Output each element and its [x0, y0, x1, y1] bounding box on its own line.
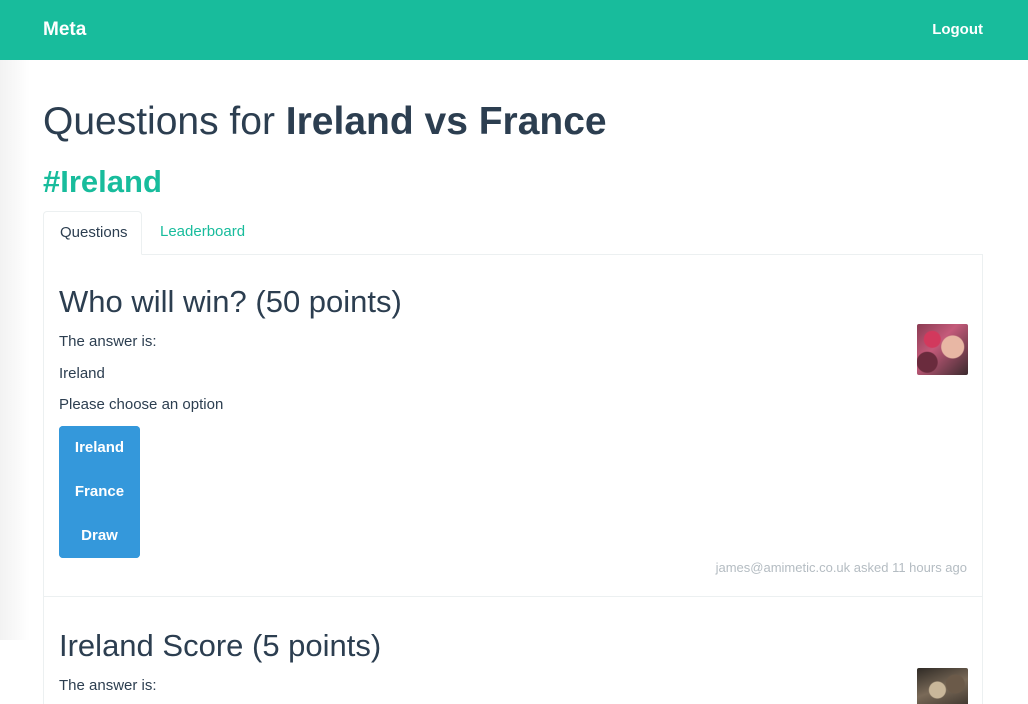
questions-panel: Who will win? (50 points) The answer is:…: [43, 254, 983, 704]
user-avatar: [917, 668, 968, 704]
page-title-match: Ireland vs France: [285, 100, 607, 143]
tab-leaderboard[interactable]: Leaderboard: [144, 211, 261, 255]
top-navbar: Meta Logout: [0, 0, 1028, 60]
question-title: Who will win? (50 points): [59, 284, 402, 319]
asked-by-meta: james@amimetic.co.uk asked 11 hours ago: [715, 560, 967, 575]
answer-label: The answer is:: [59, 333, 157, 350]
option-button-group: Ireland France Draw: [59, 426, 140, 558]
tab-questions[interactable]: Questions: [43, 211, 142, 255]
option-ireland-button[interactable]: Ireland: [59, 426, 140, 470]
tab-bar: Questions Leaderboard: [43, 211, 983, 255]
option-france-button[interactable]: France: [59, 470, 140, 514]
choose-option-prompt: Please choose an option: [59, 396, 224, 413]
option-draw-button[interactable]: Draw: [59, 514, 140, 558]
page-title-prefix: Questions for: [43, 100, 275, 143]
hashtag-heading: #Ireland: [43, 164, 162, 199]
question-title: Ireland Score (5 points): [59, 628, 382, 663]
answer-value: Ireland: [59, 365, 105, 382]
page-edge-shadow: [0, 60, 30, 640]
page-title: Questions for Ireland vs France: [43, 100, 607, 144]
brand-link[interactable]: Meta: [43, 19, 86, 41]
logout-link[interactable]: Logout: [932, 21, 983, 38]
user-avatar: [917, 324, 968, 375]
question-card: Ireland Score (5 points) The answer is:: [44, 598, 982, 704]
answer-label: The answer is:: [59, 677, 157, 694]
question-card: Who will win? (50 points) The answer is:…: [44, 254, 982, 597]
